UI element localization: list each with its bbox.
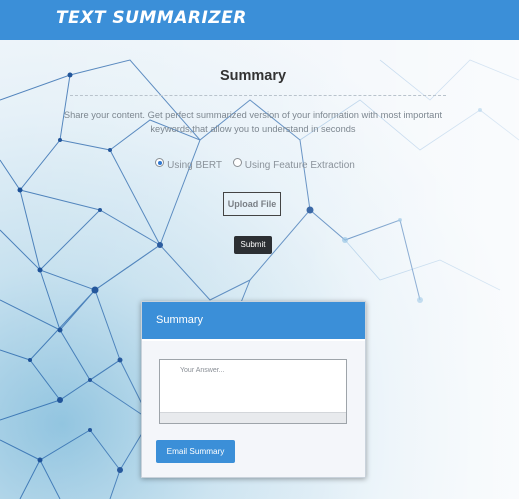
option-label-feature-extraction: Using Feature Extraction xyxy=(244,160,355,171)
page-title: Summary xyxy=(219,68,287,84)
main-content: Summary Share your content. Get perfect … xyxy=(0,40,519,499)
summary-card: Summary Your Answer... Email Summary xyxy=(141,301,366,478)
feature-extraction-radio-button[interactable] xyxy=(232,158,242,167)
option-label-bert: Using BERT xyxy=(167,160,222,171)
option-feature-extraction[interactable]: Using Feature Extraction xyxy=(232,158,355,171)
bert-radio-button[interactable] xyxy=(155,158,165,167)
option-using-bert[interactable]: Using BERT xyxy=(155,158,222,171)
email-summary-button[interactable]: Email Summary xyxy=(156,440,235,463)
answer-textarea[interactable]: Your Answer... xyxy=(159,359,347,424)
answer-placeholder: Your Answer... xyxy=(180,367,225,374)
summary-card-title: Summary xyxy=(156,314,204,326)
top-navigation-bar: TEXT SUMMARIZER xyxy=(0,0,519,40)
title-divider xyxy=(70,95,446,96)
upload-file-button[interactable]: Upload File xyxy=(223,192,281,216)
submit-button[interactable]: Submit xyxy=(234,236,272,254)
summary-card-header: Summary xyxy=(142,302,365,341)
page-description: Share your content. Get perfect summariz… xyxy=(63,110,443,134)
textarea-scrollbar[interactable] xyxy=(160,412,346,423)
app-logo[interactable]: TEXT SUMMARIZER xyxy=(56,8,247,28)
method-options: Using BERT Using Feature Extraction xyxy=(0,158,510,171)
